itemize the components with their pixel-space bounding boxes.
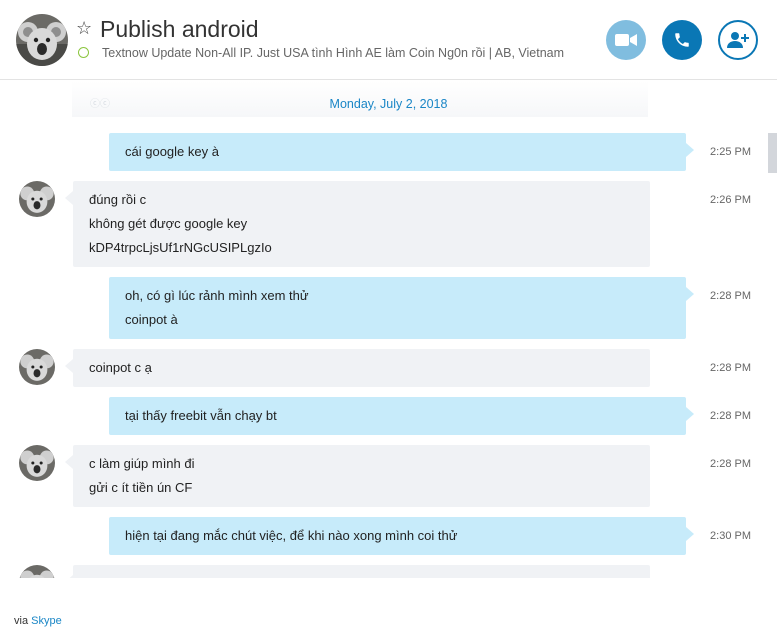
incoming-message[interactable]: c làm giúp mình đi gửi c ít tiền ún CF <box>65 445 650 507</box>
audio-call-button[interactable] <box>662 20 702 60</box>
contact-avatar-small[interactable] <box>19 565 55 578</box>
incoming-message[interactable] <box>65 565 650 578</box>
contact-avatar-small[interactable] <box>19 181 55 217</box>
message-text: đúng rồi c <box>89 192 147 207</box>
message-time: 2:25 PM <box>710 146 751 158</box>
attribution: via Skype <box>14 615 62 627</box>
message-time: 2:30 PM <box>710 530 751 542</box>
message-time: 2:28 PM <box>710 410 751 422</box>
message-text: cái google key à <box>125 144 219 159</box>
message-text: gửi c ít tiền ún CF <box>89 480 193 495</box>
contact-avatar-small[interactable] <box>19 445 55 481</box>
attribution-prefix: via <box>14 615 29 627</box>
add-people-button[interactable] <box>718 20 758 60</box>
star-icon[interactable]: ☆ <box>76 18 92 38</box>
message-text: hiện tại đang mắc chút việc, để khi nào … <box>125 528 458 543</box>
incoming-message[interactable]: coinpot c ạ <box>65 349 650 387</box>
outgoing-message[interactable]: hiện tại đang mắc chút việc, để khi nào … <box>109 517 694 555</box>
outgoing-message[interactable]: tại thấy freebit vẫn chạy bt <box>109 397 694 435</box>
message-text: coinpot c ạ <box>89 360 152 375</box>
add-person-icon <box>727 32 749 48</box>
mood-message: Textnow Update Non-All IP. Just USA tình… <box>102 46 565 60</box>
message-text: không gét được google key <box>89 216 248 231</box>
date-separator: Monday, July 2, 2018 <box>329 97 448 111</box>
incoming-message[interactable]: đúng rồi c không gét được google key kDP… <box>65 181 650 267</box>
message-time: 2:28 PM <box>710 458 751 470</box>
video-call-button[interactable] <box>606 20 646 60</box>
phone-icon <box>675 33 689 47</box>
contact-avatar[interactable] <box>16 14 68 66</box>
scrollbar-thumb[interactable] <box>768 133 777 173</box>
contact-avatar-small[interactable] <box>19 349 55 385</box>
message-text: c làm giúp mình đi <box>89 456 195 471</box>
message-text: tại thấy freebit vẫn chạy bt <box>125 408 277 423</box>
conversation-title: Publish android <box>100 16 259 42</box>
message-time: 2:26 PM <box>710 194 751 206</box>
outgoing-message[interactable]: cái google key à <box>109 133 694 171</box>
outgoing-message[interactable]: oh, có gì lúc rảnh mình xem thử coinpot … <box>109 277 694 339</box>
message-list[interactable]: ⓒⓒ Monday, July 2, 2018 cái google key à… <box>0 81 777 578</box>
skype-link[interactable]: Skype <box>31 615 62 627</box>
message-time: 2:28 PM <box>710 290 751 302</box>
message-time: 2:28 PM <box>710 362 751 374</box>
conversation-header: ☆ Publish android Textnow Update Non-All… <box>0 0 777 80</box>
message-text: coinpot à <box>125 312 178 327</box>
message-text: oh, có gì lúc rảnh mình xem thử <box>125 288 309 303</box>
presence-status-icon <box>78 47 89 58</box>
message-text: kDP4trpcLjsUf1rNGcUSIPLgzIo <box>89 240 272 255</box>
video-camera-icon <box>615 34 637 46</box>
